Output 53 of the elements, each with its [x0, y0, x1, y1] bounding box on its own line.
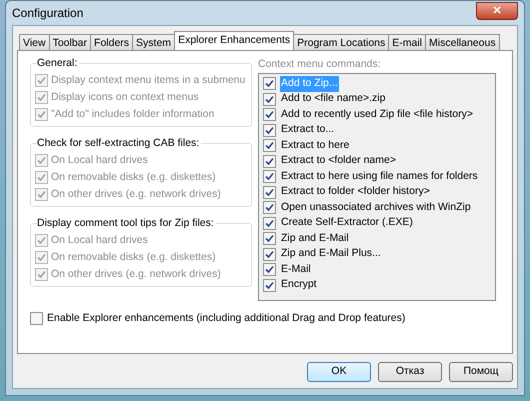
command-item[interactable]: Extract to here [280, 138, 350, 154]
tab[interactable]: E-mail [388, 34, 426, 50]
command-item[interactable]: Encrypt [280, 277, 318, 294]
command-item[interactable]: Extract to <folder name> [280, 153, 397, 170]
option-label: Display context menu items in a submenu [51, 72, 246, 88]
dialog-button[interactable]: Помощ [449, 362, 513, 382]
tab[interactable]: Explorer Enhancements [174, 31, 294, 50]
checkbox[interactable] [263, 92, 276, 106]
checkbox[interactable] [263, 263, 276, 276]
command-item[interactable]: Extract to here using file names for folders [280, 168, 479, 185]
command-item[interactable]: Create Self-Extractor (.EXE) [280, 215, 414, 232]
group-title: Display comment tool tips for Zip files: [37, 217, 216, 230]
tab[interactable]: System [132, 34, 176, 50]
tab[interactable]: Toolbar [48, 34, 92, 50]
checkbox[interactable] [263, 186, 276, 199]
checkbox[interactable] [263, 170, 276, 184]
command-item[interactable]: Add to <file name>.zip [280, 91, 386, 108]
option-label: On removable disks (e.g. diskettes) [51, 250, 216, 265]
checkbox[interactable] [263, 154, 276, 168]
command-item[interactable]: Extract to folder <folder history> [280, 184, 431, 200]
dialog-button[interactable]: OK [307, 362, 371, 382]
command-item[interactable]: Add to recently used Zip file <file history> [280, 106, 474, 123]
command-item[interactable]: Open unassociated archives with WinZip [280, 200, 472, 216]
tab[interactable]: Miscellaneous [425, 34, 500, 50]
checkbox[interactable] [263, 248, 276, 261]
tab[interactable]: Folders [90, 34, 134, 50]
checkbox[interactable] [263, 124, 276, 137]
checkbox[interactable] [263, 77, 276, 90]
checkbox[interactable] [263, 216, 276, 230]
command-item[interactable]: Extract to... [280, 122, 336, 138]
checkbox[interactable] [263, 278, 276, 292]
option-label: On other drives (e.g. network drives) [51, 266, 221, 282]
list-label: Context menu commands: [258, 57, 382, 71]
checkbox[interactable] [263, 201, 276, 214]
option-label: Display icons on context menus [51, 90, 199, 105]
checkbox[interactable] [263, 139, 276, 152]
window-title: Configuration [12, 5, 84, 22]
option-label: On removable disks (e.g. diskettes) [51, 170, 216, 185]
option-label: On Local hard drives [51, 152, 148, 168]
option-label: On Local hard drives [51, 232, 148, 248]
command-item[interactable]: Zip and E-Mail Plus... [280, 246, 382, 262]
command-item[interactable]: Zip and E-Mail [280, 230, 350, 247]
option-label: "Add to" includes folder information [51, 106, 214, 122]
checkbox[interactable] [263, 108, 276, 122]
dialog-button[interactable]: Отказ [378, 362, 442, 382]
checkbox[interactable] [30, 312, 43, 326]
command-item[interactable]: E-Mail [280, 262, 312, 278]
checkbox[interactable] [263, 232, 276, 246]
option-label: Enable Explorer enhancements (including additional Drag and Drop features) [47, 311, 406, 326]
tab[interactable]: Program Locations [293, 34, 390, 50]
group-title: Check for self-extracting CAB files: [37, 137, 202, 150]
option-label: On other drives (e.g. network drives) [51, 186, 221, 202]
tab[interactable]: View [19, 34, 50, 50]
